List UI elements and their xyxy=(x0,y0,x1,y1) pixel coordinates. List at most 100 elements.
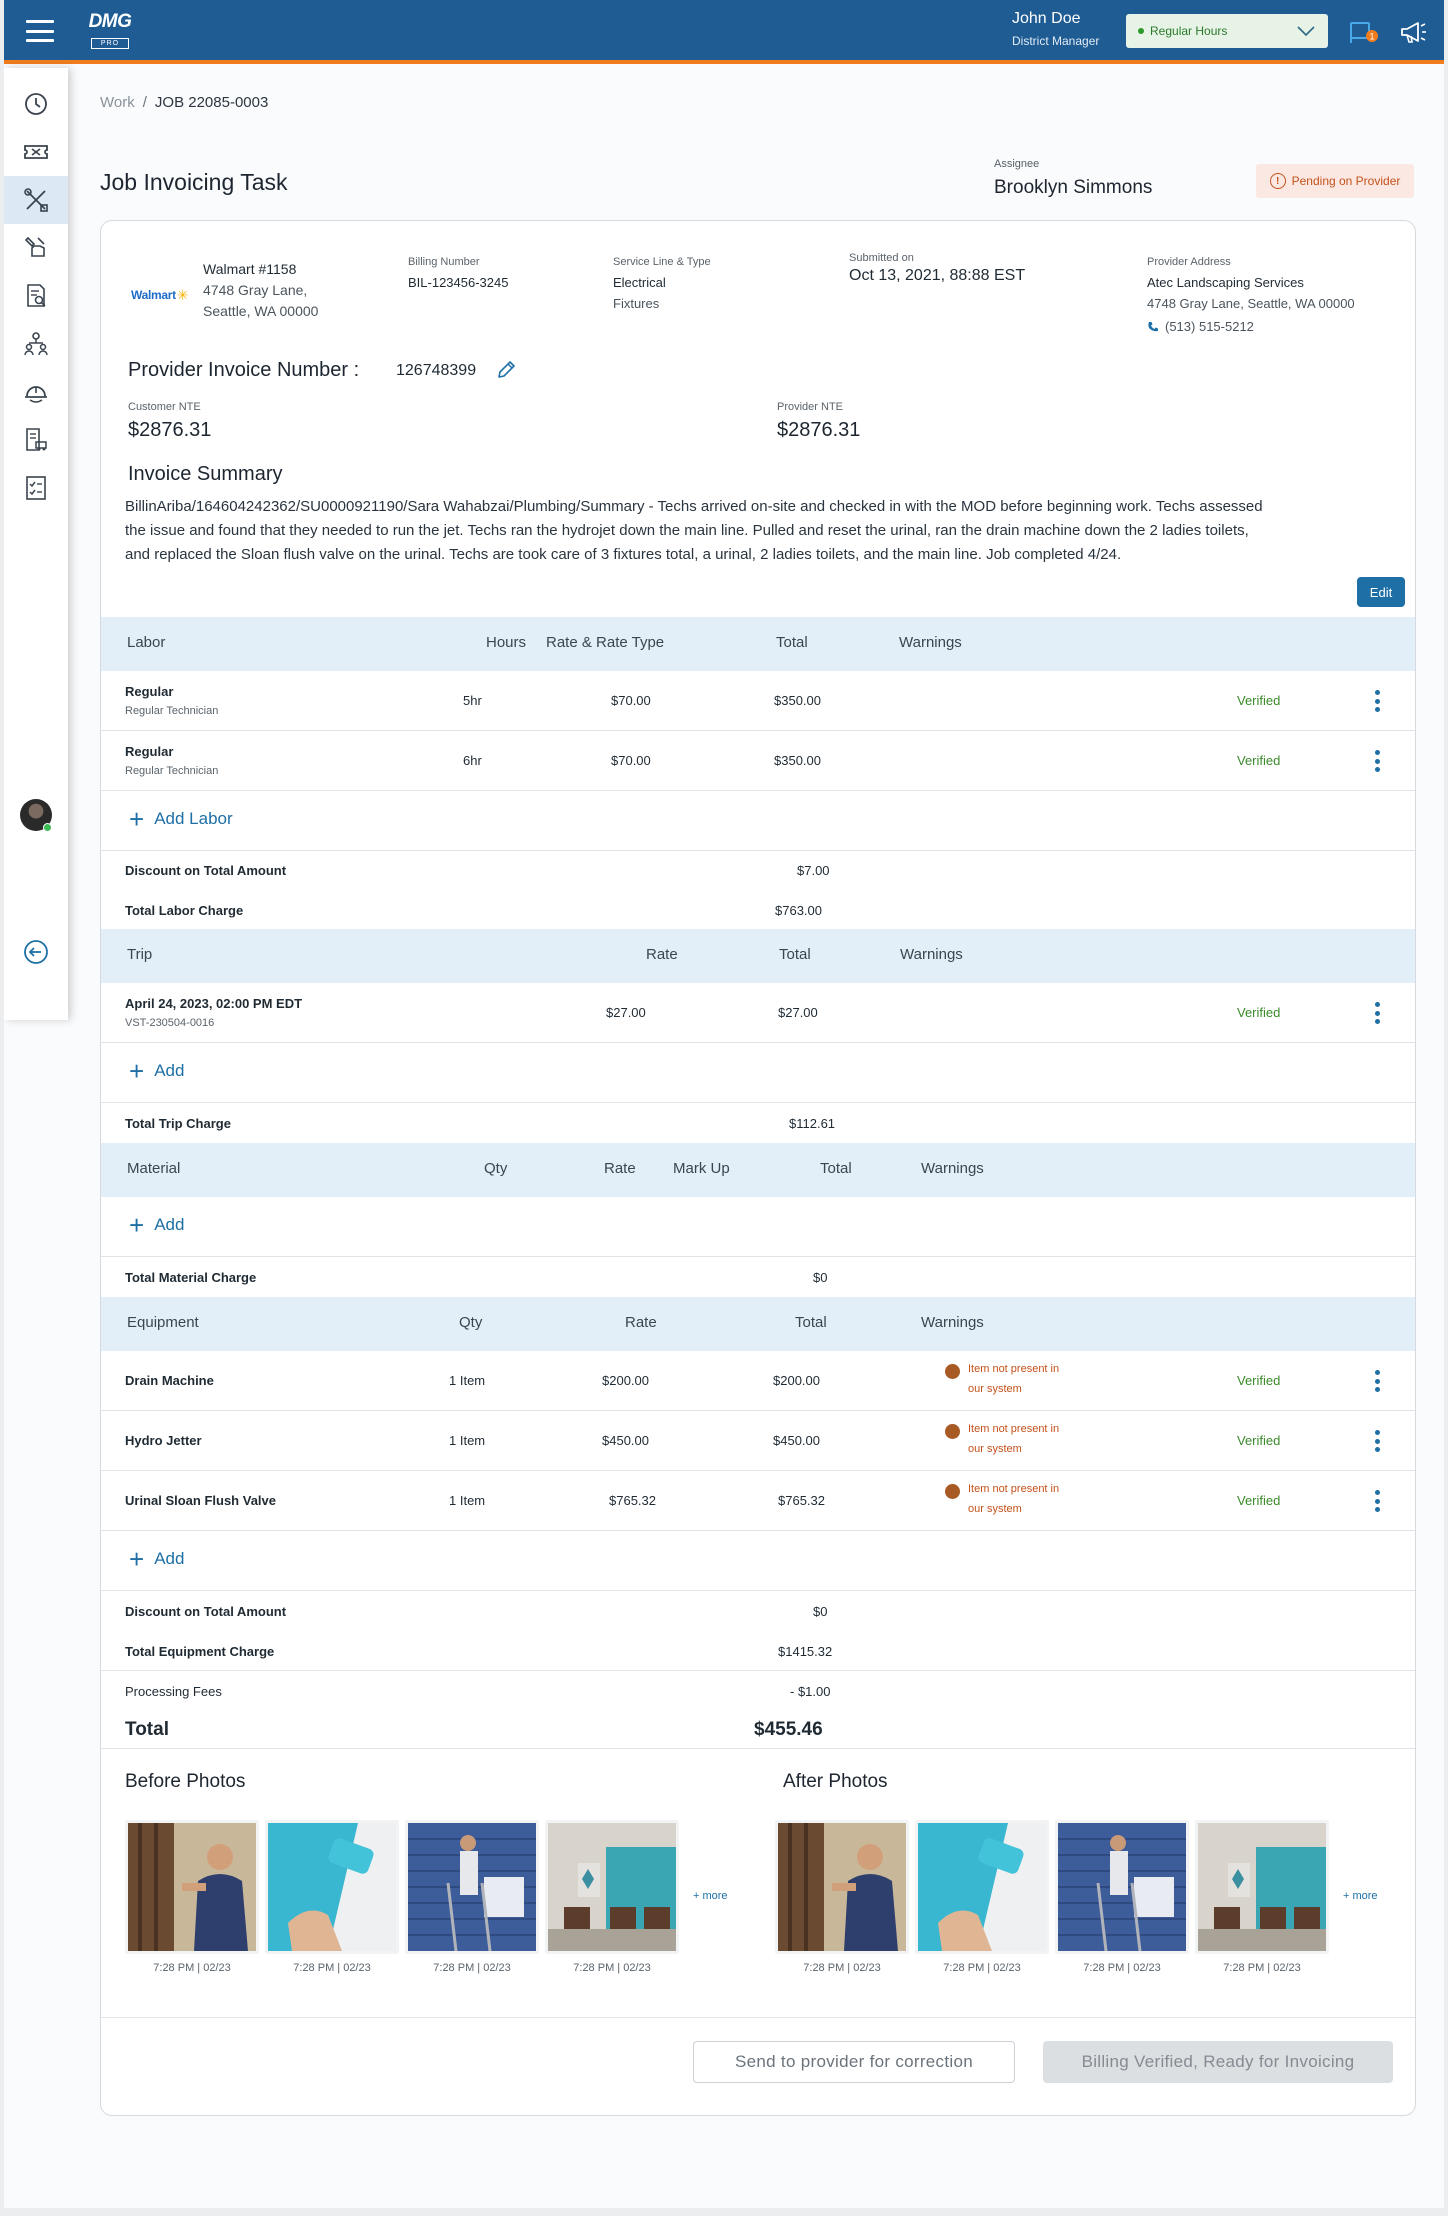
warning-text: Item not present in our system xyxy=(968,1423,1060,1455)
equipment-qty: 1 Item xyxy=(449,1433,486,1448)
warning-dot-icon xyxy=(945,1424,960,1439)
edit-summary-button[interactable]: Edit xyxy=(1357,577,1405,607)
megaphone-icon[interactable] xyxy=(1398,18,1430,46)
more-options-icon[interactable] xyxy=(1374,750,1380,772)
processing-fees-label: Processing Fees xyxy=(125,1684,222,1699)
after-photos-title: After Photos xyxy=(783,1771,888,1792)
add-labor-button[interactable]: + Add Labor xyxy=(129,806,233,832)
menu-icon[interactable] xyxy=(26,20,54,42)
column-header-warnings: Warnings xyxy=(900,946,963,963)
equipment-rate: $765.32 xyxy=(609,1493,656,1508)
after-photo[interactable] xyxy=(775,1820,909,1954)
sidebar-item-time[interactable] xyxy=(4,80,68,128)
labor-type: Regular Technician xyxy=(125,705,219,717)
breadcrumb-separator: / xyxy=(142,94,147,111)
equipment-table-header: Equipment Qty Rate Total Warnings xyxy=(101,1297,1415,1351)
more-options-icon[interactable] xyxy=(1374,1490,1380,1512)
trip-total-label: Total Trip Charge xyxy=(125,1116,231,1131)
labor-total: $350.00 xyxy=(774,753,821,768)
more-options-icon[interactable] xyxy=(1374,690,1380,712)
status-dot-icon xyxy=(1138,28,1144,34)
photo-timestamp: 7:28 PM | 02/23 xyxy=(1083,1962,1161,1974)
sidebar-item-logout[interactable] xyxy=(4,928,68,976)
material-table-header: Material Qty Rate Mark Up Total Warnings xyxy=(101,1143,1415,1197)
customer-address-line1: 4748 Gray Lane, xyxy=(203,282,308,298)
table-row: Hydro Jetter 1 Item $450.00 $450.00 Item… xyxy=(101,1411,1415,1471)
labor-discount-value: $7.00 xyxy=(797,863,830,878)
sidebar-item-checklist[interactable] xyxy=(4,464,68,512)
invoice-summary-line: BillinAriba/164604242362/SU0000921190/Sa… xyxy=(125,498,1263,515)
breadcrumb-work[interactable]: Work xyxy=(100,94,135,111)
divider xyxy=(101,2017,1415,2018)
verified-status: Verified xyxy=(1237,1433,1281,1448)
warning-dot-icon xyxy=(945,1364,960,1379)
billing-verified-button[interactable]: Billing Verified, Ready for Invoicing xyxy=(1043,2041,1393,2083)
sidebar-item-dispatch[interactable] xyxy=(4,224,68,272)
before-photo[interactable] xyxy=(545,1820,679,1954)
before-photo[interactable] xyxy=(125,1820,259,1954)
user-info[interactable]: John Doe District Manager xyxy=(1012,10,1099,48)
add-material-button[interactable]: + Add xyxy=(129,1212,185,1238)
before-photo[interactable] xyxy=(405,1820,539,1954)
work-status-select[interactable]: Regular Hours xyxy=(1126,14,1328,48)
customer-name: Walmart #1158 xyxy=(203,261,297,277)
add-trip-button[interactable]: + Add xyxy=(129,1056,185,1086)
sidebar-item-team[interactable] xyxy=(4,320,68,368)
more-options-icon[interactable] xyxy=(1374,1430,1380,1452)
trip-total: $27.00 xyxy=(778,1005,818,1020)
equipment-name: Hydro Jetter xyxy=(125,1433,202,1448)
table-row: Urinal Sloan Flush Valve 1 Item $765.32 … xyxy=(101,1471,1415,1531)
more-options-icon[interactable] xyxy=(1374,1002,1380,1024)
sidebar-item-work[interactable] xyxy=(4,176,68,224)
column-header-markup: Mark Up xyxy=(673,1160,730,1177)
add-labor-label: Add Labor xyxy=(154,809,233,828)
labor-rate: $70.00 xyxy=(611,753,651,768)
before-photo[interactable] xyxy=(265,1820,399,1954)
provider-nte-label: Provider NTE xyxy=(777,401,844,413)
after-photo[interactable] xyxy=(915,1820,1049,1954)
column-header-labor: Labor xyxy=(127,634,166,651)
sidebar-item-safety[interactable] xyxy=(4,368,68,416)
trip-date: April 24, 2023, 02:00 PM EDT xyxy=(125,996,303,1011)
sidebar-item-invoices[interactable] xyxy=(4,416,68,464)
sidebar-item-tickets[interactable] xyxy=(4,128,68,176)
plus-icon: + xyxy=(129,1544,145,1574)
labor-discount-row: Discount on Total Amount $7.00 xyxy=(101,851,1415,891)
column-header-rate: Rate xyxy=(625,1314,657,1331)
app-logo[interactable]: DMG PRO xyxy=(78,12,142,49)
grand-total-value: $455.46 xyxy=(754,1719,823,1740)
pencil-icon[interactable] xyxy=(495,359,517,381)
add-equipment-label: Add xyxy=(154,1549,185,1568)
add-material-label: Add xyxy=(154,1215,185,1234)
after-photo[interactable] xyxy=(1195,1820,1329,1954)
more-options-icon[interactable] xyxy=(1374,1370,1380,1392)
labor-hours: 5hr xyxy=(463,693,482,708)
column-header-total: Total xyxy=(779,946,811,963)
user-name: John Doe xyxy=(1012,10,1081,27)
add-trip-label: Add xyxy=(154,1061,185,1080)
invoice-summary-line: and replaced the Sloan flush valve on th… xyxy=(125,546,1122,563)
after-photo[interactable] xyxy=(1055,1820,1189,1954)
invoice-summary-line: the issue and found that they needed to … xyxy=(125,522,1249,539)
after-photos-more-link[interactable]: + more xyxy=(1343,1890,1378,1902)
flag-notification-icon[interactable]: 1 xyxy=(1348,18,1380,46)
before-photos-more-link[interactable]: + more xyxy=(693,1890,728,1902)
hard-hat-icon xyxy=(25,386,47,403)
equipment-total: $450.00 xyxy=(773,1433,820,1448)
add-equipment-button[interactable]: + Add xyxy=(129,1544,185,1574)
sidebar-item-reports[interactable] xyxy=(4,272,68,320)
status-badge-label: Pending on Provider xyxy=(1291,174,1401,188)
provider-phone[interactable]: (513) 515-5212 xyxy=(1147,319,1254,334)
plus-icon: + xyxy=(129,1056,145,1086)
notification-count: 1 xyxy=(1369,32,1374,42)
invoice-summary-text: BillinAriba/164604242362/SU0000921190/Sa… xyxy=(125,495,1415,567)
page-title: Job Invoicing Task xyxy=(100,169,288,195)
document-search-icon xyxy=(27,284,46,307)
column-header-total: Total xyxy=(776,634,808,651)
verified-status: Verified xyxy=(1237,753,1281,768)
equipment-rate: $200.00 xyxy=(602,1373,649,1388)
send-correction-button[interactable]: Send to provider for correction xyxy=(693,2041,1015,2083)
add-equipment-row: + Add xyxy=(101,1531,1415,1591)
assignee-label: Assignee xyxy=(994,158,1040,170)
hand-tool-icon xyxy=(24,236,45,257)
